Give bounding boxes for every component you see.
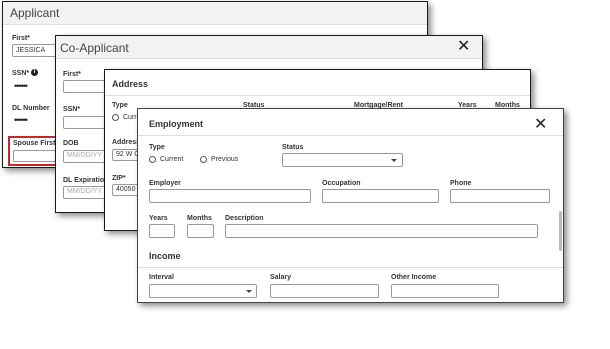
close-icon[interactable]: ✕ xyxy=(534,117,547,133)
employer-input[interactable] xyxy=(149,189,311,203)
co-first-label: First* xyxy=(63,71,81,78)
chevron-down-icon xyxy=(391,159,397,162)
dl-number-label: DL Number xyxy=(12,105,50,112)
salary-label: Salary xyxy=(270,274,292,281)
description-label: Description xyxy=(225,215,264,222)
info-icon[interactable]: i xyxy=(31,69,38,76)
employment-window: Employment ✕ Type Current Previous Statu… xyxy=(137,108,564,303)
occupation-input[interactable] xyxy=(322,189,439,203)
applicant-header xyxy=(3,2,427,25)
first-label: First* xyxy=(12,35,30,42)
interval-select[interactable] xyxy=(149,284,257,298)
spouse-first-input[interactable] xyxy=(13,150,57,162)
addr-type-label: Type xyxy=(112,102,128,109)
current-radio-label: Current xyxy=(160,156,184,163)
address-label: Address xyxy=(112,139,141,146)
chevron-down-icon xyxy=(246,290,252,293)
months-label: Months xyxy=(187,215,212,222)
salary-input[interactable] xyxy=(270,284,379,298)
status-select[interactable] xyxy=(282,153,403,167)
scrollbar[interactable] xyxy=(559,211,562,251)
employer-label: Employer xyxy=(149,180,181,187)
dl-expiration-label: DL Expiration xyxy=(63,177,109,184)
previous-radio-label: Previous xyxy=(211,156,239,163)
years-label: Years xyxy=(149,215,168,222)
ssn-label: SSN* xyxy=(12,70,30,77)
dl-number-input[interactable]: •••••• xyxy=(14,115,28,125)
addr-current-radio[interactable] xyxy=(112,114,119,121)
phone-input[interactable] xyxy=(450,189,550,203)
dob-placeholder: MM/DD/YY xyxy=(67,152,102,159)
spouse-first-label: Spouse First xyxy=(13,140,56,147)
current-radio[interactable] xyxy=(149,156,156,163)
co-first-input[interactable] xyxy=(63,80,107,93)
dl-expiration-input[interactable]: MM/DD/YY xyxy=(63,186,107,199)
dl-expiration-placeholder: MM/DD/YY xyxy=(67,188,102,195)
previous-radio[interactable] xyxy=(200,156,207,163)
coapplicant-title: Co-Applicant xyxy=(60,41,129,55)
description-input[interactable] xyxy=(225,224,538,238)
dob-input[interactable]: MM/DD/YY xyxy=(63,150,107,163)
dob-label: DOB xyxy=(63,140,79,147)
co-ssn-input[interactable] xyxy=(63,116,107,129)
first-input[interactable]: JESSICA xyxy=(12,44,56,57)
months-input[interactable] xyxy=(187,224,214,238)
occupation-label: Occupation xyxy=(322,180,361,187)
other-income-input[interactable] xyxy=(391,284,499,298)
years-input[interactable] xyxy=(149,224,175,238)
income-divider xyxy=(138,267,563,268)
employment-title: Employment xyxy=(149,119,204,129)
type-label: Type xyxy=(149,144,165,151)
co-ssn-label: SSN* xyxy=(63,106,81,113)
status-label: Status xyxy=(282,144,304,151)
other-income-label: Other Income xyxy=(391,274,437,281)
interval-label: Interval xyxy=(149,274,174,281)
address-title: Address xyxy=(112,79,149,89)
phone-label: Phone xyxy=(450,180,472,187)
employment-divider xyxy=(138,135,563,136)
close-icon[interactable]: ✕ xyxy=(457,39,470,55)
applicant-title: Applicant xyxy=(10,6,60,20)
income-heading: Income xyxy=(149,251,181,261)
address-divider xyxy=(105,95,530,96)
zip-label: ZIP* xyxy=(112,175,126,182)
ssn-input[interactable]: •••••• xyxy=(14,81,28,91)
addr-current-label: Curr xyxy=(123,114,137,121)
